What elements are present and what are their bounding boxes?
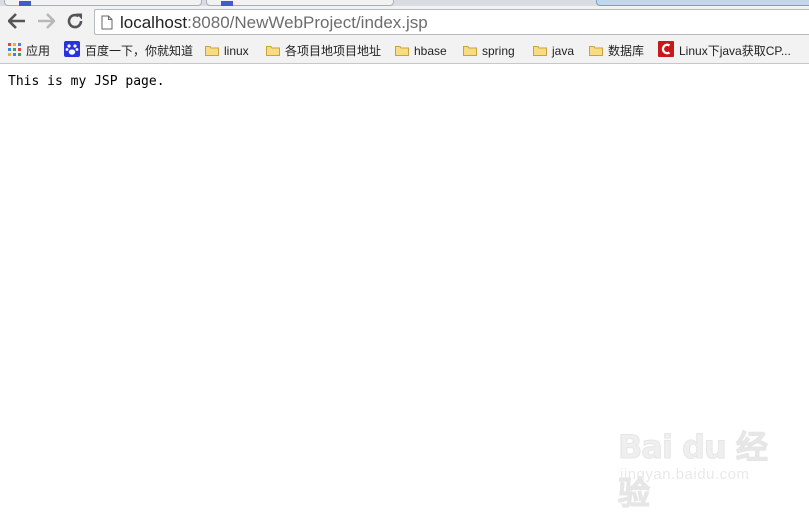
bookmark-label: 应用: [26, 44, 51, 58]
bookmark-label: hbase: [414, 43, 447, 58]
bookmark-folder-projects[interactable]: 各项目地项目地址: [266, 41, 381, 60]
forward-button[interactable]: [34, 8, 58, 34]
bookmark-folder-spring[interactable]: spring: [463, 41, 515, 60]
folder-icon: [266, 45, 280, 56]
page-icon: [101, 15, 113, 35]
bookmark-label: spring: [482, 43, 515, 58]
bookmark-csdn-article[interactable]: Linux下java获取CP...: [658, 41, 791, 60]
browser-toolbar: localhost:8080/NewWebProject/index.jsp: [0, 6, 809, 38]
bookmark-folder-database[interactable]: 数据库: [589, 41, 644, 60]
reload-icon: [67, 13, 83, 29]
bookmark-folder-hbase[interactable]: hbase: [395, 41, 447, 60]
url-host: localhost: [120, 13, 188, 32]
reload-button[interactable]: [63, 8, 87, 34]
back-arrow-icon: [8, 13, 25, 29]
apps-grid-icon: [8, 42, 21, 59]
csdn-icon: [658, 41, 674, 60]
bookmark-apps[interactable]: 应用: [8, 41, 50, 60]
baidu-jingyan-watermark: Bai du 经验 jingyan.baidu.com: [618, 418, 788, 513]
bookmark-label: Linux下java获取CP...: [679, 44, 791, 58]
bookmark-folder-linux[interactable]: linux: [205, 41, 249, 60]
forward-arrow-icon: [38, 13, 55, 29]
folder-icon: [533, 45, 547, 56]
bookmark-label: 数据库: [608, 44, 645, 58]
bookmarks-bar: 应用 百度一下，你就知道 linux 各项目地项目地址 hbase spring…: [0, 38, 809, 64]
page-body-text: This is my JSP page.: [8, 74, 165, 89]
bookmark-label: java: [552, 43, 575, 58]
address-bar[interactable]: localhost:8080/NewWebProject/index.jsp: [94, 9, 809, 35]
bookmark-folder-java[interactable]: java: [533, 41, 574, 60]
url-text: localhost:8080/NewWebProject/index.jsp: [120, 13, 428, 33]
back-button[interactable]: [5, 8, 29, 34]
folder-icon: [395, 45, 409, 56]
folder-icon: [205, 45, 219, 56]
bookmark-label: 各项目地项目地址: [285, 44, 382, 58]
baidu-paw-icon: [64, 41, 80, 60]
bookmark-label: linux: [224, 43, 249, 58]
bookmark-label: 百度一下，你就知道: [85, 44, 194, 58]
folder-icon: [589, 45, 603, 56]
bookmark-baidu[interactable]: 百度一下，你就知道: [64, 41, 193, 60]
watermark-url: jingyan.baidu.com: [620, 466, 750, 483]
url-path: :8080/NewWebProject/index.jsp: [187, 13, 428, 32]
folder-icon: [463, 45, 477, 56]
